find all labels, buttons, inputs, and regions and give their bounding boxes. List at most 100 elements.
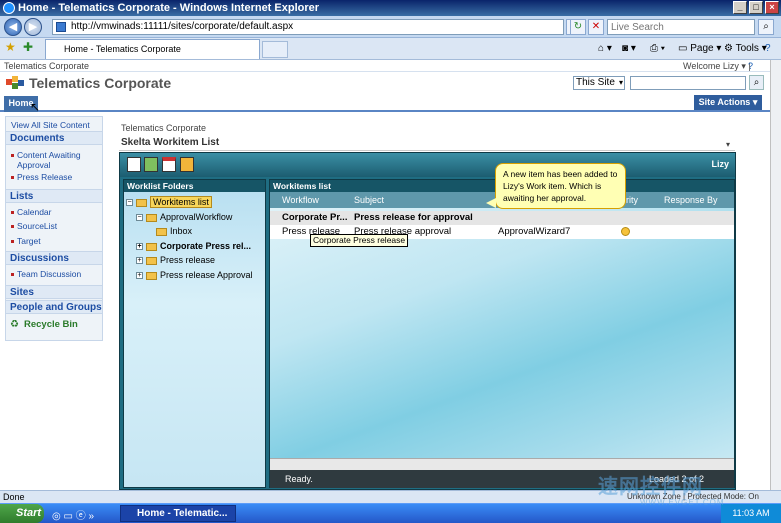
tree-press-release[interactable]: + Press release	[136, 254, 215, 266]
recycle-bin-link[interactable]: Recycle Bin	[24, 320, 78, 330]
table-group-row[interactable]: Corporate Pr... Press release for approv…	[270, 211, 734, 225]
folders-header: Worklist Folders	[124, 180, 265, 192]
tree-approvalworkflow[interactable]: − ApprovalWorkflow	[136, 211, 232, 223]
window-title-bar: Home - Telematics Corporate - Windows In…	[0, 0, 781, 16]
divider	[119, 150, 735, 151]
site-logo-icon	[6, 76, 24, 89]
nav-team-discussion[interactable]: Team Discussion	[10, 269, 81, 279]
folder-icon	[146, 256, 157, 265]
site-actions-button[interactable]: Site Actions ▾	[694, 95, 762, 110]
search-icon[interactable]: ⌕	[758, 19, 774, 35]
documents-icon[interactable]	[127, 157, 141, 172]
browser-tab-home[interactable]: Home - Telematics Corporate	[45, 39, 260, 59]
site-title: Telematics Corporate	[29, 75, 172, 91]
users-icon[interactable]	[144, 157, 158, 172]
quick-launch-icons[interactable]: ◎ ▭ ⓔ »	[52, 507, 94, 522]
help-icon[interactable]: ?	[765, 42, 771, 56]
folder-icon	[136, 198, 147, 207]
tree-workitems-list[interactable]: − Workitems list	[126, 196, 212, 208]
ie-logo-icon	[3, 2, 15, 14]
tab-title: Home - Telematics Corporate	[64, 44, 181, 54]
current-user: Lizy	[711, 159, 729, 169]
documents-heading[interactable]: Documents	[6, 131, 102, 145]
watermark-url: WWW.EVGET.COM	[640, 498, 725, 507]
sharepoint-header: Telematics Corporate This Site ▾ ⌕	[0, 72, 770, 94]
system-clock: 11:03 AM	[721, 504, 781, 523]
view-all-content-link[interactable]: View All Site Content	[11, 120, 90, 130]
vertical-scrollbar[interactable]	[770, 60, 781, 490]
address-field[interactable]: http://vmwinads:11111/sites/corporate/de…	[52, 19, 564, 35]
breadcrumb[interactable]: Telematics Corporate	[121, 123, 206, 133]
folder-icon	[156, 227, 167, 236]
window-title: Home - Telematics Corporate - Windows In…	[18, 2, 320, 14]
start-button[interactable]: Start	[0, 504, 44, 523]
skelta-toolbar: Lizy	[120, 153, 735, 177]
maximize-button[interactable]: □	[749, 1, 763, 14]
back-button[interactable]: ◀	[4, 18, 22, 36]
watermark-logo: 速网控件网	[598, 476, 703, 498]
col-subject[interactable]: Subject	[354, 192, 384, 208]
refresh-icon[interactable]: ↻	[570, 19, 586, 35]
webpart-title: Skelta Workitem List	[121, 137, 220, 148]
print-icon[interactable]: ⎙ ▾	[650, 42, 665, 56]
site-search-input[interactable]	[630, 76, 746, 90]
help-icon[interactable]: ?	[748, 60, 753, 72]
calendar-icon[interactable]	[162, 157, 176, 172]
tooltip: Corporate Press release	[310, 234, 409, 247]
col-workflow[interactable]: Workflow	[282, 192, 319, 208]
workitems-panel: Workitems list Workflow Subject rity Res…	[269, 179, 735, 488]
tree-press-release-approval[interactable]: + Press release Approval	[136, 269, 253, 281]
collapse-icon: −	[136, 214, 143, 222]
add-favorites-icon[interactable]: ✚	[23, 40, 33, 54]
nav-target[interactable]: Target	[11, 236, 41, 246]
search-scope-select[interactable]: This Site ▾	[573, 76, 625, 90]
forward-button[interactable]: ▶	[24, 18, 42, 36]
page-menu[interactable]: ▭ Page ▾	[678, 42, 721, 56]
expand-icon: +	[136, 272, 143, 280]
top-site-link[interactable]: Telematics Corporate	[4, 60, 89, 72]
col-response-by[interactable]: Response By	[664, 192, 718, 208]
address-bar-row: ◀ ▶ http://vmwinads:11111/sites/corporat…	[0, 16, 781, 38]
nav-content-awaiting-approval[interactable]: Content Awaiting Approval	[11, 150, 97, 170]
worklist-folders-panel: Worklist Folders − Workitems list − Approv…	[123, 179, 266, 488]
stop-icon[interactable]: ✕	[588, 19, 604, 35]
tree-inbox[interactable]: Inbox	[156, 225, 192, 237]
discussions-heading[interactable]: Discussions	[6, 251, 102, 265]
taskbar-item-ie[interactable]: Home - Telematic...	[120, 505, 236, 522]
nav-calendar[interactable]: Calendar	[11, 207, 52, 217]
collapse-icon: −	[126, 199, 133, 207]
sharepoint-global-bar: Telematics Corporate Welcome Lizy ▾ | ?	[0, 60, 770, 72]
workflow-icon[interactable]	[180, 157, 194, 172]
folder-icon	[146, 213, 157, 222]
favorites-star-icon[interactable]: ★	[5, 40, 16, 54]
folder-icon	[146, 271, 157, 280]
new-tab-button[interactable]	[262, 41, 288, 58]
top-navigation: Home ↖ Site Actions ▾	[0, 94, 770, 114]
skelta-worklist: Lizy Worklist Folders − Workitems list − A…	[119, 152, 736, 490]
welcome-menu[interactable]: Welcome Lizy ▾ |	[683, 60, 751, 72]
webpart-menu-icon[interactable]: ▾	[726, 140, 730, 149]
expand-icon: +	[136, 257, 143, 265]
close-button[interactable]: ×	[765, 1, 779, 14]
nav-press-release[interactable]: Press Release	[10, 172, 72, 182]
folder-icon	[146, 242, 157, 251]
horizontal-scrollbar[interactable]	[270, 458, 734, 470]
quick-launch: View All Site Content Documents Content …	[5, 116, 103, 341]
priority-icon	[621, 227, 630, 236]
minimize-button[interactable]: _	[733, 1, 747, 14]
annotation-callout: A new item has been added to Lizy's Work…	[486, 163, 626, 209]
lists-heading[interactable]: Lists	[6, 189, 102, 203]
status-text: Ready.	[285, 474, 313, 484]
home-icon[interactable]: ⌂ ▾	[598, 42, 612, 56]
tools-menu[interactable]: ⚙ Tools ▾	[724, 42, 767, 56]
tree-corporate-press-release[interactable]: + Corporate Press rel...	[136, 240, 251, 252]
site-search-go-icon[interactable]: ⌕	[749, 75, 764, 90]
nav-sourcelist[interactable]: SourceList	[10, 221, 57, 231]
page-icon	[56, 22, 66, 32]
feeds-icon[interactable]: ◙ ▾	[622, 42, 636, 56]
tab-toolbar-row: ★ ✚ Home - Telematics Corporate ⌂ ▾ ◙ ▾ …	[0, 38, 781, 60]
people-groups-link[interactable]: People and Groups	[6, 300, 102, 314]
sites-heading[interactable]: Sites	[6, 285, 102, 299]
live-search-input[interactable]	[607, 19, 755, 35]
col-priority[interactable]: rity	[626, 192, 638, 208]
